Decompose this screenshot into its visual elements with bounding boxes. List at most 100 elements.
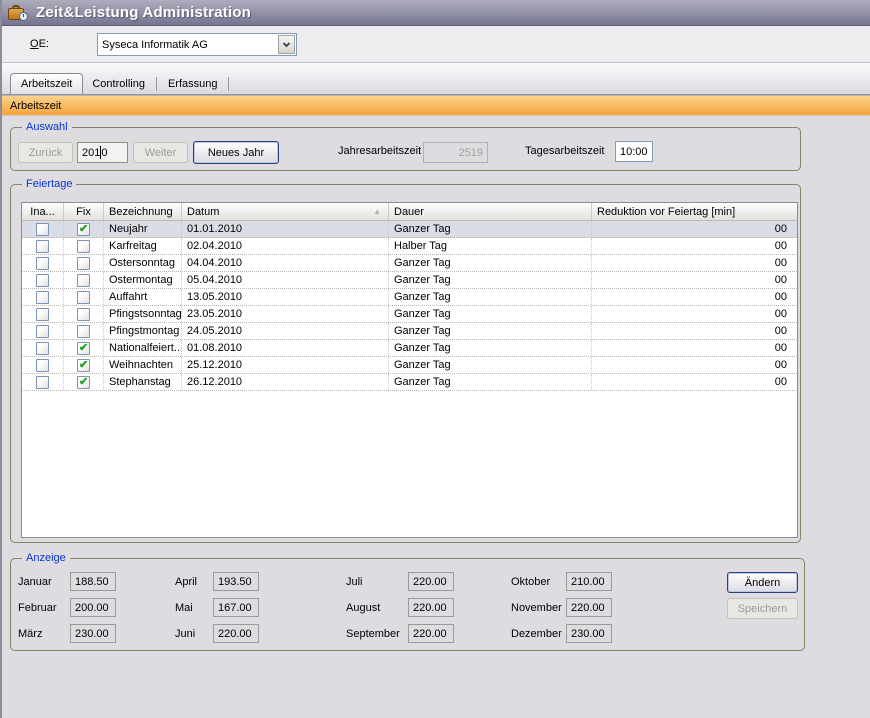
chevron-down-icon[interactable]: [278, 35, 295, 54]
month-label: Dezember: [511, 628, 566, 640]
table-row[interactable]: Ostermontag 05.04.2010 Ganzer Tag 00: [22, 272, 797, 289]
inactive-checkbox[interactable]: [22, 306, 64, 322]
column-header-date[interactable]: Datum ▲: [182, 203, 389, 220]
holiday-reduction: 00: [592, 357, 797, 373]
fix-checkbox[interactable]: [64, 255, 104, 271]
month-value-field: 210.00: [566, 572, 612, 591]
holiday-name: Pfingstmontag: [104, 323, 182, 339]
fix-checkbox[interactable]: [64, 221, 104, 237]
table-row[interactable]: Karfreitag 02.04.2010 Halber Tag 00: [22, 238, 797, 255]
holiday-date: 01.01.2010: [182, 221, 389, 237]
inactive-checkbox[interactable]: [22, 221, 64, 237]
app-window: Zeit&Leistung Administration OE: Syseca …: [0, 0, 870, 718]
holiday-name: Ostermontag: [104, 272, 182, 288]
table-row[interactable]: Pfingstmontag 24.05.2010 Ganzer Tag 00: [22, 323, 797, 340]
checkbox-icon: [77, 291, 90, 304]
fix-checkbox[interactable]: [64, 374, 104, 390]
next-button[interactable]: Weiter: [133, 142, 188, 163]
table-row[interactable]: Nationalfeiert... 01.08.2010 Ganzer Tag …: [22, 340, 797, 357]
holiday-date: 01.08.2010: [182, 340, 389, 356]
holiday-duration: Ganzer Tag: [389, 340, 592, 356]
holiday-name: Weihnachten: [104, 357, 182, 373]
auswahl-group: Auswahl Zurück 2010 Weiter Neues Jahr Ja…: [10, 127, 801, 171]
table-row[interactable]: Neujahr 01.01.2010 Ganzer Tag 00: [22, 221, 797, 238]
holiday-date: 05.04.2010: [182, 272, 389, 288]
holiday-duration: Ganzer Tag: [389, 221, 592, 237]
column-header-inactive[interactable]: Ina...: [22, 203, 64, 220]
month-value-field: 220.00: [408, 624, 454, 643]
oe-combobox[interactable]: Syseca Informatik AG: [97, 33, 297, 56]
inactive-checkbox[interactable]: [22, 340, 64, 356]
section-header-bar: Arbeitszeit: [2, 95, 870, 116]
fix-checkbox[interactable]: [64, 238, 104, 254]
holiday-reduction: 00: [592, 272, 797, 288]
column-header-reduction[interactable]: Reduktion vor Feiertag [min]: [592, 203, 797, 220]
holiday-reduction: 00: [592, 306, 797, 322]
table-row[interactable]: Pfingstsonntag 23.05.2010 Ganzer Tag 00: [22, 306, 797, 323]
fix-checkbox[interactable]: [64, 340, 104, 356]
fix-checkbox[interactable]: [64, 306, 104, 322]
checkbox-icon: [36, 291, 49, 304]
fix-checkbox[interactable]: [64, 289, 104, 305]
year-input[interactable]: 2010: [77, 142, 128, 163]
holiday-duration: Ganzer Tag: [389, 374, 592, 390]
holiday-date: 25.12.2010: [182, 357, 389, 373]
inactive-checkbox[interactable]: [22, 238, 64, 254]
month-label: Juni: [175, 628, 213, 640]
holiday-duration: Ganzer Tag: [389, 289, 592, 305]
fix-checkbox[interactable]: [64, 323, 104, 339]
month-label: November: [511, 602, 566, 614]
holiday-reduction: 00: [592, 323, 797, 339]
inactive-checkbox[interactable]: [22, 255, 64, 271]
holiday-reduction: 00: [592, 340, 797, 356]
checkbox-icon: [77, 257, 90, 270]
holiday-date: 04.04.2010: [182, 255, 389, 271]
fix-checkbox[interactable]: [64, 272, 104, 288]
month-label: Mai: [175, 602, 213, 614]
column-header-fix[interactable]: Fix: [64, 203, 104, 220]
table-row[interactable]: Weihnachten 25.12.2010 Ganzer Tag 00: [22, 357, 797, 374]
app-briefcase-clock-icon: [8, 4, 28, 21]
month-label: Juli: [346, 576, 408, 588]
fix-checkbox[interactable]: [64, 357, 104, 373]
inactive-checkbox[interactable]: [22, 323, 64, 339]
holiday-name: Auffahrt: [104, 289, 182, 305]
table-row[interactable]: Ostersonntag 04.04.2010 Ganzer Tag 00: [22, 255, 797, 272]
section-header-title: Arbeitszeit: [10, 100, 61, 112]
oe-label: OE:: [30, 38, 49, 50]
anzeige-group: Anzeige Januar188.50 Februar200.00 März2…: [10, 558, 805, 651]
checkbox-icon: [36, 325, 49, 338]
inactive-checkbox[interactable]: [22, 357, 64, 373]
holiday-reduction: 00: [592, 238, 797, 254]
holiday-duration: Ganzer Tag: [389, 306, 592, 322]
daily-worktime-input[interactable]: 10:00: [615, 141, 653, 162]
title-bar: Zeit&Leistung Administration: [2, 0, 870, 26]
column-header-duration[interactable]: Dauer: [389, 203, 592, 220]
new-year-button[interactable]: Neues Jahr: [193, 141, 279, 164]
back-button[interactable]: Zurück: [18, 142, 73, 163]
tab-arbeitszeit[interactable]: Arbeitszeit: [10, 73, 83, 94]
column-header-name[interactable]: Bezeichnung: [104, 203, 182, 220]
checkbox-icon: [36, 274, 49, 287]
month-value-field: 188.50: [70, 572, 116, 591]
tab-erfassung[interactable]: Erfassung: [159, 73, 227, 94]
month-value-field: 200.00: [70, 598, 116, 617]
table-row[interactable]: Stephanstag 26.12.2010 Ganzer Tag 00: [22, 374, 797, 391]
holiday-name: Nationalfeiert...: [104, 340, 182, 356]
change-button[interactable]: Ändern: [727, 572, 798, 593]
table-header-row: Ina... Fix Bezeichnung Datum ▲ Dauer Red…: [22, 203, 797, 221]
inactive-checkbox[interactable]: [22, 272, 64, 288]
month-label: April: [175, 576, 213, 588]
feiertage-legend: Feiertage: [22, 178, 76, 190]
tab-controlling[interactable]: Controlling: [83, 73, 154, 94]
month-value-field: 220.00: [566, 598, 612, 617]
holiday-duration: Ganzer Tag: [389, 357, 592, 373]
checkbox-icon: [36, 240, 49, 253]
month-value-field: 230.00: [70, 624, 116, 643]
checkbox-icon: [36, 359, 49, 372]
inactive-checkbox[interactable]: [22, 374, 64, 390]
inactive-checkbox[interactable]: [22, 289, 64, 305]
table-row[interactable]: Auffahrt 13.05.2010 Ganzer Tag 00: [22, 289, 797, 306]
save-button[interactable]: Speichern: [727, 598, 798, 619]
holiday-duration: Halber Tag: [389, 238, 592, 254]
